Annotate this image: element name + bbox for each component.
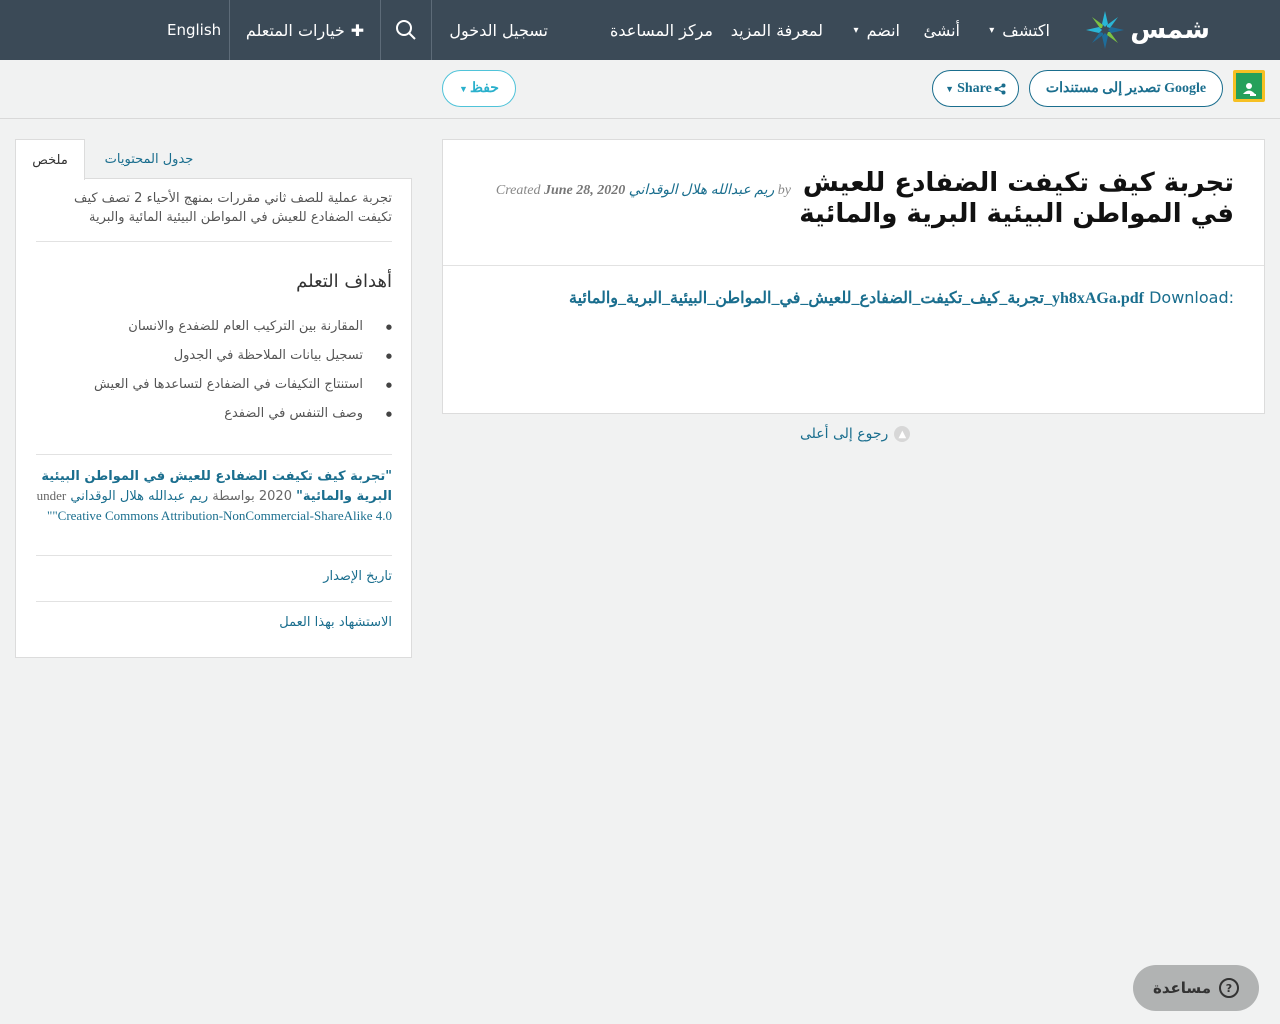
download-row: تجربة_كيف_تكيفت_الضفادع_للعيش_في_المواطن…	[569, 288, 1234, 308]
tab-toc-label: جدول المحتويات	[104, 151, 194, 167]
attribution-author-link[interactable]: ريم عبدالله هلال الوقداني	[70, 489, 208, 504]
language-switch[interactable]: English	[167, 0, 221, 60]
nav-divider	[431, 0, 432, 60]
nav-create-label: أنشئ	[923, 20, 960, 40]
nav-learn-more-label: لمعرفة المزيد	[730, 20, 823, 40]
learner-options-button[interactable]: ✚ خيارات المتعلم	[230, 0, 380, 60]
nav-explore-label: اكتشف	[1002, 20, 1050, 40]
by-label: by	[777, 183, 791, 198]
question-icon: ?	[1218, 978, 1239, 998]
attribution-under-label: under	[36, 488, 67, 503]
attribution-year: 2020	[258, 489, 292, 504]
nav-explore[interactable]: اكتشف ▾	[989, 0, 1050, 60]
learning-objectives-list: المقارنة بين التركيب العام للضفدع والانس…	[36, 317, 392, 433]
tab-summary[interactable]: ملخص	[15, 139, 85, 180]
help-button[interactable]: ? مساعدة	[1133, 965, 1259, 1011]
google-classroom-button[interactable]	[1233, 70, 1265, 102]
cite-this-work-link[interactable]: الاستشهاد بهذا العمل	[36, 615, 392, 630]
export-google-docs-label: تصدير إلى مستندات Google	[1045, 81, 1207, 96]
download-label: Download:	[1149, 288, 1234, 307]
learning-objectives-title: أهداف التعلم	[296, 271, 392, 292]
chevron-down-icon: ▼	[945, 83, 955, 94]
resource-meta: by ريم عبدالله هلال الوقداني Created Jun…	[481, 178, 791, 204]
share-icon	[994, 83, 1006, 94]
nav-create[interactable]: أنشئ	[923, 0, 960, 60]
share-button[interactable]: ▼ Share	[932, 70, 1019, 107]
summary-text: تجربة عملية للصف ثاني مقررات بمنهج الأحي…	[73, 191, 392, 225]
objective-item: المقارنة بين التركيب العام للضفدع والانس…	[36, 317, 392, 346]
sidebar-tabs: ملخص جدول المحتويات	[15, 139, 412, 180]
search-button[interactable]	[381, 0, 431, 60]
save-label: حفظ	[469, 81, 499, 96]
person-icon	[1243, 83, 1256, 96]
nav-login[interactable]: تسجيل الدخول	[449, 0, 548, 60]
logo-star-icon	[1086, 11, 1125, 49]
language-label: English	[167, 21, 222, 39]
save-button[interactable]: ▼ حفظ	[442, 70, 516, 107]
nav-help-center-label: مركز المساعدة	[610, 20, 713, 40]
nav-login-label: تسجيل الدخول	[449, 20, 548, 40]
classroom-icon	[1236, 73, 1262, 99]
nav-join[interactable]: انضم ▾	[854, 0, 900, 60]
tab-table-of-contents[interactable]: جدول المحتويات	[89, 139, 209, 179]
attribution-block: "تجربة كيف تكيفت الضفادع للعيش في المواط…	[36, 467, 392, 526]
author-link[interactable]: ريم عبدالله هلال الوقداني	[629, 183, 775, 198]
download-file-link[interactable]: تجربة_كيف_تكيفت_الضفادع_للعيش_في_المواطن…	[569, 290, 1144, 307]
nav-help-center[interactable]: مركز المساعدة	[610, 0, 713, 60]
nav-divider	[229, 0, 230, 60]
objective-item: تسجيل بيانات الملاحظة في الجدول	[36, 346, 392, 375]
sidebar-panel: تجربة عملية للصف ثاني مقررات بمنهج الأحي…	[15, 178, 412, 658]
plus-icon: ✚	[350, 20, 365, 40]
learner-options-label: خيارات المتعلم	[245, 20, 345, 40]
nav-learn-more[interactable]: لمعرفة المزيد	[731, 0, 823, 60]
search-icon	[396, 20, 416, 40]
sidebar-divider	[36, 555, 392, 556]
created-label: Created	[495, 183, 541, 198]
share-label: Share	[957, 80, 992, 96]
chevron-up-icon: ▲	[894, 426, 911, 442]
tab-summary-label: ملخص	[32, 152, 68, 168]
chevron-down-icon: ▼	[459, 83, 468, 94]
license-link[interactable]: "Creative Commons Attribution-NonCommerc…	[47, 508, 392, 523]
objective-item: استنتاج التكيفات في الضفادع لتساعدها في …	[36, 375, 392, 404]
release-date-link[interactable]: تاريخ الإصدار	[36, 569, 392, 584]
resource-card: تجربة كيف تكيفت الضفادع للعيش في المواطن…	[442, 139, 1265, 414]
created-date: June 28, 2020	[543, 183, 626, 198]
back-to-top-link[interactable]: ▲ رجوع إلى أعلى	[800, 426, 911, 442]
objective-item: وصف التنفس في الضفدع	[36, 404, 392, 433]
export-google-docs-button[interactable]: تصدير إلى مستندات Google	[1029, 70, 1223, 107]
nav-join-label: انضم	[866, 20, 900, 40]
attribution-by-label: بواسطة	[212, 489, 255, 504]
sidebar-divider	[36, 454, 392, 455]
chevron-down-icon: ▾	[853, 24, 859, 36]
help-button-label: مساعدة	[1153, 979, 1211, 997]
logo-text: شمس	[1130, 15, 1210, 45]
sidebar-divider	[36, 241, 392, 242]
nav-divider	[380, 0, 381, 60]
back-to-top-label: رجوع إلى أعلى	[800, 426, 889, 442]
sidebar-divider	[36, 601, 392, 602]
resource-title: تجربة كيف تكيفت الضفادع للعيش في المواطن…	[799, 168, 1234, 229]
top-navbar: شمس اكتشف ▾ أنشئ انضم ▾ لمعرفة المزيد مر…	[0, 0, 1280, 60]
card-divider	[443, 265, 1264, 266]
chevron-down-icon: ▾	[989, 24, 995, 36]
site-logo[interactable]: شمس	[1084, 6, 1210, 54]
